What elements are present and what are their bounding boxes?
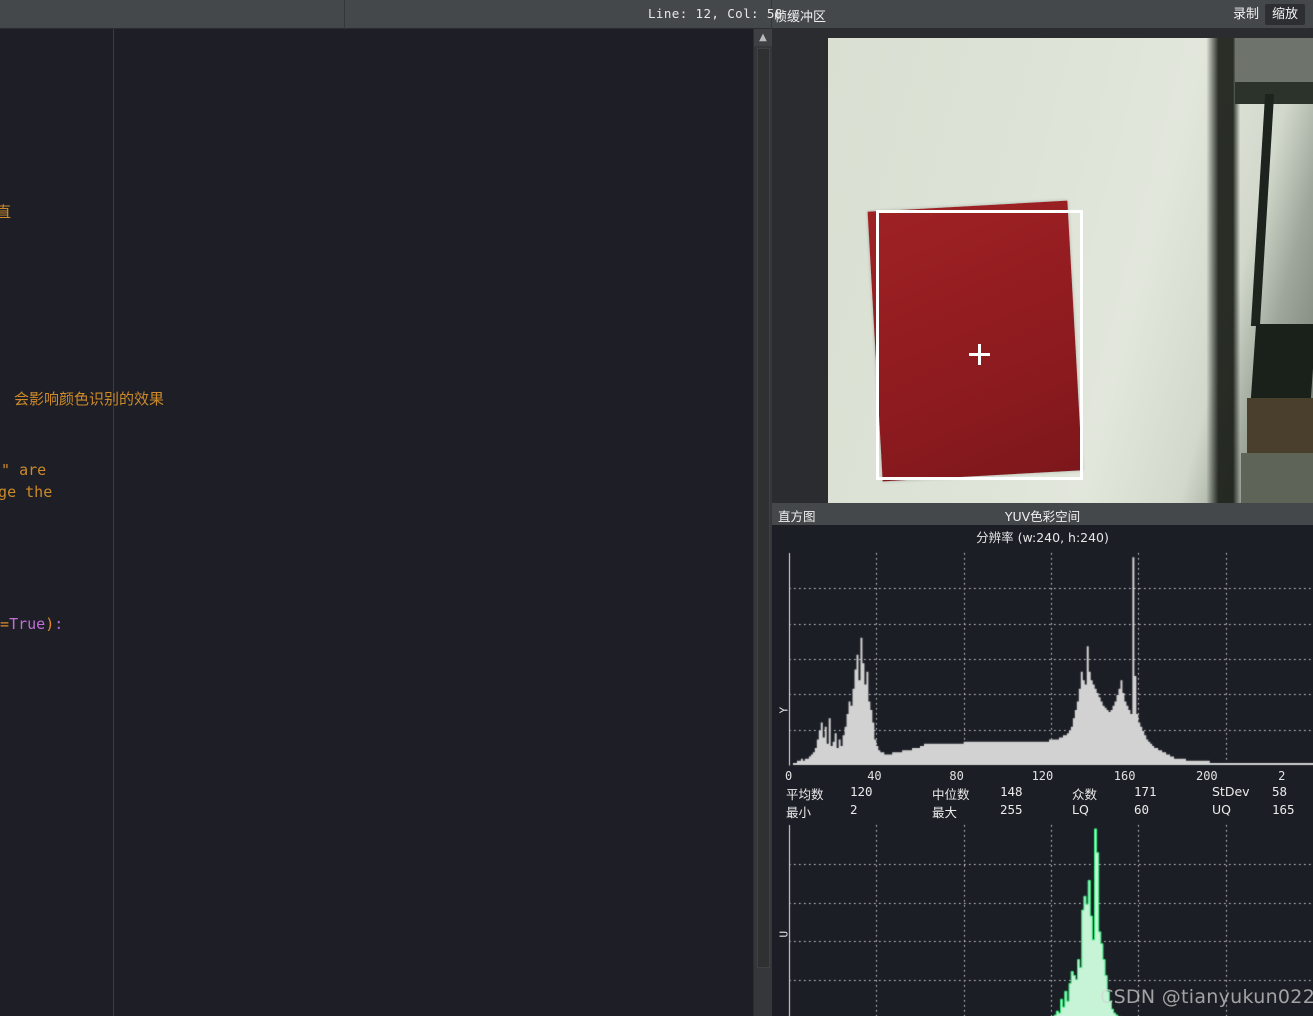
editor-comment-line-2: d" are [0, 461, 47, 479]
stat-primary-label-2: 众数 [1072, 787, 1098, 802]
stat-secondary-value-2: 60 [1134, 802, 1150, 817]
stat-secondary-value-1: 255 [1000, 802, 1023, 817]
background-book-white [1252, 94, 1313, 324]
x-tick-200: 200 [1195, 769, 1218, 783]
resolution-label: 分辨率 (w:240, h:240) [976, 530, 1109, 545]
stat-primary-label-0: 平均数 [786, 787, 824, 802]
y-axis-label: Y [777, 706, 791, 714]
tab-yuv-colorspace[interactable]: YUV色彩空间 [772, 506, 1313, 525]
y-axis-x-tick-labels: 0 40 80 120 160 200 2 [772, 769, 1313, 785]
y-histogram-canvas [772, 547, 1313, 787]
editor-comment-line-0: 直 [0, 203, 12, 221]
stat-primary-label-3: StDev [1212, 784, 1250, 799]
code-token-0: ge= [0, 615, 10, 633]
statistics-table: 平均数 120 中位数 148 众数 171 StDev 58 最小 2 最大 255 LQ 60 UQ 1… [772, 784, 1313, 820]
editor-margin-guide [113, 29, 114, 1016]
watermark-text: CSDN @tianyukun0223 [1100, 986, 1313, 1008]
stat-primary-value-3: 58 [1272, 784, 1288, 799]
x-tick-160: 160 [1113, 769, 1136, 783]
scroll-up-arrow-icon[interactable]: ▲ [754, 29, 772, 46]
stat-secondary-value-3: 165 [1272, 802, 1295, 817]
stat-primary-label-1: 中位数 [932, 787, 970, 802]
background-shelf-bottom [1241, 453, 1313, 503]
x-tick-80: 80 [949, 769, 964, 783]
editor-vertical-scrollbar[interactable]: ▲ [753, 29, 772, 1016]
stat-primary-value-2: 171 [1134, 784, 1157, 799]
stat-secondary-label-1: 最大 [932, 805, 958, 820]
x-tick-0: 0 [785, 769, 793, 783]
scrollbar-thumb[interactable] [757, 48, 770, 968]
editor-comment-line-1: 会影响颜色识别的效果 [14, 390, 165, 408]
background-book-brown [1247, 398, 1313, 458]
x-tick-2: 2 [1278, 769, 1286, 783]
editor-code-line: ge=True): [0, 615, 63, 633]
camera-preview-panel[interactable] [772, 29, 1313, 503]
stat-secondary-label-0: 最小 [786, 805, 812, 820]
statistics-row-primary: 平均数 120 中位数 148 众数 171 StDev 58 [772, 784, 1313, 802]
cursor-position-status: Line: 12, Col: 58 [648, 6, 783, 21]
stat-secondary-value-0: 2 [850, 802, 858, 817]
editor-comment-line-3: ange the [0, 483, 53, 501]
code-token-3: : [54, 615, 64, 633]
stat-secondary-label-3: UQ [1212, 802, 1231, 817]
stat-secondary-label-2: LQ [1072, 802, 1089, 817]
camera-frame-image [828, 38, 1313, 503]
record-button[interactable]: 录制 [1226, 4, 1259, 25]
histogram-panel: 直方图 YUV色彩空间 分辨率 (w:240, h:240) Y 0 40 80 12… [772, 503, 1313, 1016]
statistics-row-secondary: 最小 2 最大 255 LQ 60 UQ 165 [772, 802, 1313, 820]
top-toolbar: Line: 12, Col: 58 帧缓冲区 录制 缩放 [0, 0, 1313, 29]
toolbar-divider-1 [344, 0, 345, 29]
histogram-tab-bar: 直方图 YUV色彩空间 [772, 503, 1313, 525]
code-token-1: True [9, 615, 46, 633]
stat-primary-value-0: 120 [850, 784, 873, 799]
tab-frame-buffer[interactable]: 帧缓冲区 [774, 6, 826, 25]
x-tick-120: 120 [1031, 769, 1054, 783]
u-axis-label: U [777, 930, 791, 938]
y-channel-plot: Y 0 40 80 120 160 200 2 [772, 547, 1313, 787]
app-root: Line: 12, Col: 58 帧缓冲区 录制 缩放 直会影响颜色识别的效果… [0, 0, 1313, 1016]
crosshair-marker-vertical [978, 344, 981, 365]
stat-primary-value-1: 148 [1000, 784, 1023, 799]
background-shelf-top [1235, 38, 1313, 82]
zoom-button[interactable]: 缩放 [1265, 4, 1305, 25]
x-tick-40: 40 [867, 769, 882, 783]
code-editor[interactable]: 直会影响颜色识别的效果 d" are ange the ge=True): [0, 29, 753, 1016]
code-token-2: ) [45, 615, 55, 633]
